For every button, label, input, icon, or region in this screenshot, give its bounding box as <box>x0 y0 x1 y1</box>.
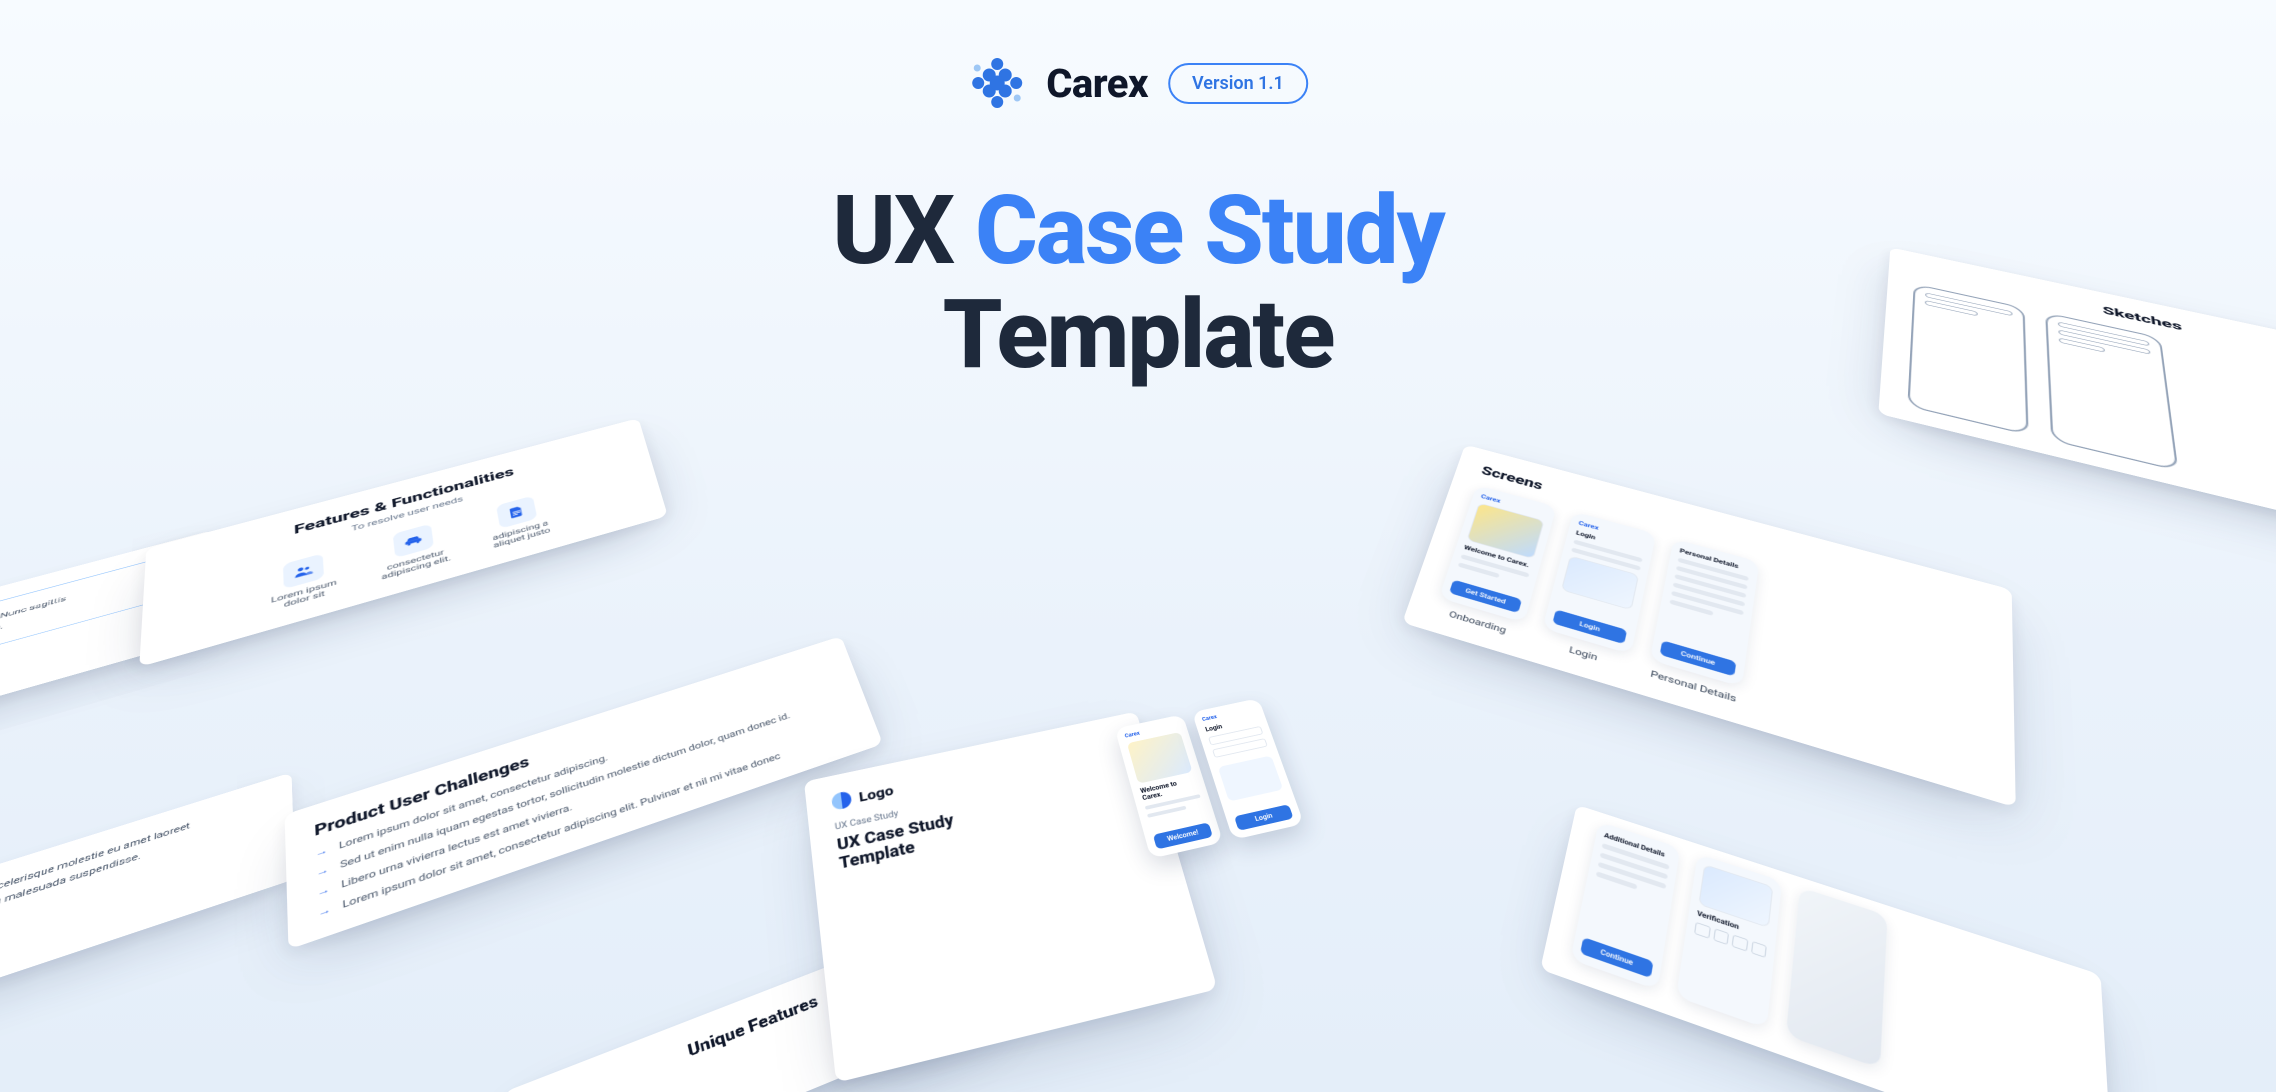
feature-item: adipiscing a aliquet justo <box>487 493 551 550</box>
phone-personal-details: Personal Details Continue <box>1650 539 1760 687</box>
perspective-stage: g elit. Nunc sagittis entum. Scelerisque… <box>0 0 2276 1092</box>
phone-button: Get Started <box>1449 580 1522 614</box>
card-sketches: Sketches <box>1878 247 2276 557</box>
feature-item: Lorem ipsum dolor sit <box>270 550 337 613</box>
feature-label: Lorem ipsum dolor sit <box>271 579 338 613</box>
screen-item: Personal Details Continue Personal Detai… <box>1646 539 1759 706</box>
card-fragment-left-bottom: Scelerisque molestie eu amet laoreet na … <box>0 772 295 1002</box>
phone-button: Continue <box>1660 640 1737 676</box>
car-illustration-icon <box>1127 732 1193 784</box>
mock-button: Welcome! <box>1153 822 1213 849</box>
feature-label: consectetur adipiscing elit. <box>380 547 451 582</box>
phone-additional-details: Additional Details Continue <box>1570 822 1680 990</box>
map-illustration-icon <box>1218 755 1283 801</box>
card-features: Features & Functionalities To resolve us… <box>139 418 668 667</box>
phone-onboarding: Carex Welcome to Carex. Get Started <box>1439 485 1557 623</box>
arrow-icon: → <box>317 883 330 899</box>
card-challenges: Product User Challenges →Lorem ipsum dol… <box>285 636 883 950</box>
phone-button: Continue <box>1580 937 1653 978</box>
wireframe-phone <box>2045 312 2178 471</box>
feature-item: consectetur adipiscing elit. <box>378 520 452 582</box>
arrow-icon: → <box>316 863 329 878</box>
card-screens: Screens Carex Welcome to Carex. Get Star… <box>1402 445 2016 808</box>
swirl-icon <box>831 790 852 811</box>
fragment-bullet: na malesuada suspendisse. <box>0 811 266 910</box>
phone-map <box>1786 887 1888 1068</box>
screen-item: Carex Login Login Login <box>1538 511 1656 672</box>
mock-button: Login <box>1234 804 1294 831</box>
phone-login: Carex Login Login <box>1542 511 1656 654</box>
arrow-icon: → <box>315 844 328 859</box>
card-screens-row2: Additional Details Continue Verification <box>1540 805 2112 1092</box>
bullet-text: Sed ut enim nulla iquam egestas tortor, … <box>340 710 792 870</box>
arrow-icon: → <box>318 903 331 919</box>
cover-logo-name: Logo <box>858 782 895 805</box>
wireframe-phone <box>1907 283 2028 435</box>
fragment-bullet: Scelerisque molestie eu amet laoreet <box>0 797 265 895</box>
phone-verification: Verification <box>1676 854 1782 1029</box>
phone-button: Login <box>1552 609 1627 644</box>
screen-item: Carex Welcome to Carex. Get Started Onbo… <box>1433 485 1556 640</box>
